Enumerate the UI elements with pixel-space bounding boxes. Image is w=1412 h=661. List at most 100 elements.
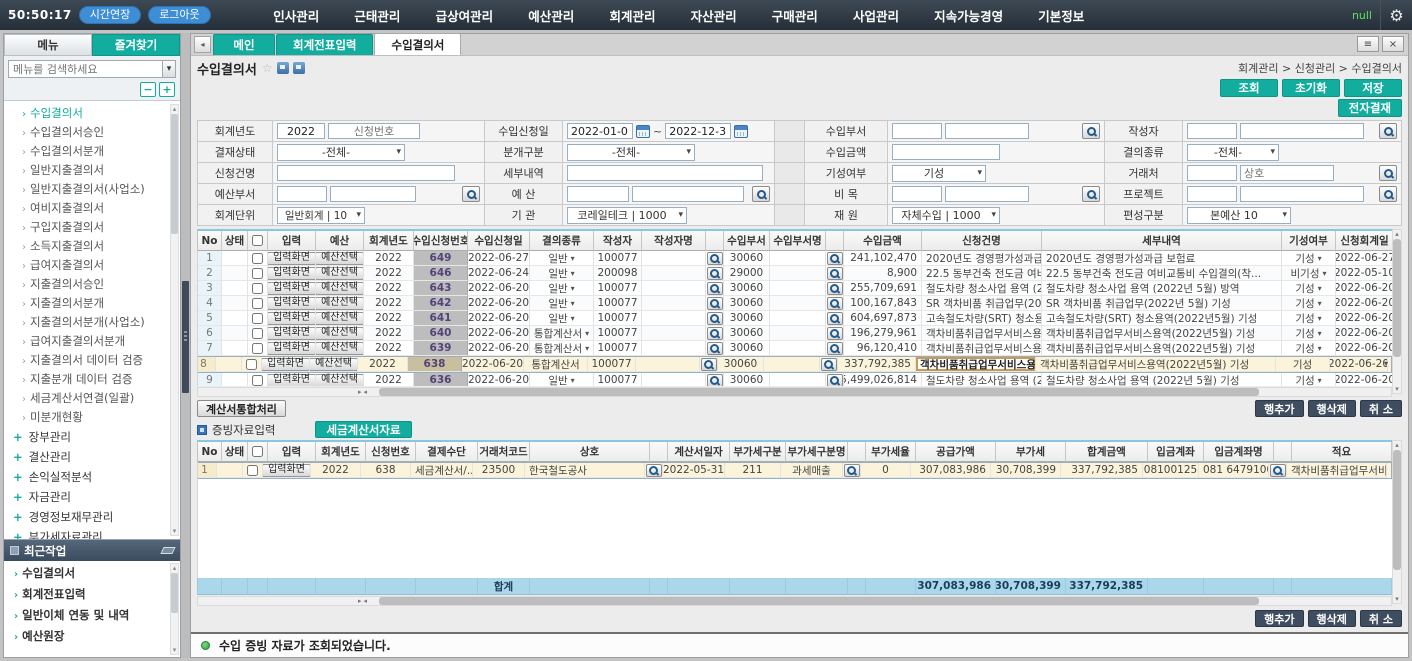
row-checkbox[interactable] [247, 465, 258, 476]
sidebar-item[interactable]: ›수입결의서승인 [4, 123, 180, 142]
application-title-input[interactable] [277, 165, 455, 181]
cell[interactable]: 2022 [364, 296, 414, 311]
tab-수입결의서[interactable]: 수입결의서 [374, 33, 461, 55]
table-row[interactable]: 5입력화면예산선택20226412022-06-20일반▾10007730060… [198, 311, 1392, 326]
search-icon[interactable] [462, 186, 480, 202]
cell[interactable]: 기성▾ [1282, 296, 1336, 311]
sidebar-item[interactable]: ›세금계산서연결(일괄) [4, 389, 180, 408]
sidebar-item[interactable]: ›지출결의서 데이터 검증 [4, 351, 180, 370]
settings-button[interactable]: ⚙ [1380, 0, 1412, 30]
table-row[interactable]: 2입력화면예산선택20226462022-06-24일반▾20009829000… [198, 266, 1392, 281]
search-icon[interactable] [827, 252, 843, 265]
cell[interactable]: 기성▾ [1282, 281, 1336, 296]
cell[interactable] [826, 266, 844, 281]
cell[interactable]: 639 [414, 341, 468, 356]
expense-item-code-input[interactable] [892, 186, 942, 202]
cell-button[interactable]: 예산선택 [316, 312, 364, 325]
sidebar-item[interactable]: ›지출결의서분개(사업소) [4, 313, 180, 332]
cell[interactable]: 일반▾ [530, 296, 594, 311]
cell[interactable] [642, 311, 706, 326]
cell[interactable]: 2 [198, 266, 222, 281]
cell[interactable]: 100,167,843 [844, 296, 922, 311]
tab-scroll-left-button[interactable]: ◂ [194, 36, 211, 53]
cell[interactable]: 2022-06-20 [1330, 357, 1388, 372]
cell[interactable]: 100077 [594, 296, 642, 311]
writer-code-input[interactable] [1187, 123, 1237, 139]
topbar-menu-item[interactable]: 자산관리 [691, 6, 737, 25]
tree-scrollbar[interactable]: ▴▾ [170, 104, 179, 536]
cell[interactable]: 2022-06-20 [1336, 341, 1392, 356]
cell[interactable] [770, 281, 826, 296]
cell[interactable]: 예산선택 [310, 357, 358, 372]
cell[interactable]: 예산선택 [316, 311, 364, 326]
income-dept-code-input[interactable] [892, 123, 942, 139]
budget-name-input[interactable] [632, 186, 744, 202]
cell[interactable] [826, 326, 844, 341]
cell[interactable] [248, 296, 268, 311]
cell[interactable]: 9 [198, 373, 222, 386]
row-checkbox[interactable] [252, 313, 263, 324]
cell[interactable]: 100077 [594, 373, 642, 386]
cell[interactable]: 2022-06-20 [1336, 281, 1392, 296]
cell[interactable]: 2022-06-20 [462, 357, 524, 372]
cell[interactable]: 8,900 [844, 266, 922, 281]
cell[interactable]: 입력화면 [268, 341, 316, 356]
cell[interactable] [770, 266, 826, 281]
budget-plan-select[interactable]: 본예산 10▾ [1187, 207, 1291, 224]
cell[interactable]: 5 [198, 311, 222, 326]
search-dropdown-button[interactable]: ▾ [163, 60, 176, 78]
vendor-name-input[interactable] [1240, 165, 1334, 181]
cell[interactable] [222, 311, 248, 326]
cell[interactable] [642, 296, 706, 311]
recent-scrollbar[interactable]: ▴▾ [170, 563, 179, 655]
cell[interactable]: 100077 [588, 357, 636, 372]
search-icon[interactable] [1082, 186, 1100, 202]
row-checkbox[interactable] [252, 343, 263, 354]
date-to-input[interactable] [665, 123, 731, 139]
sidebar-item[interactable]: ›수입결의서 [4, 104, 180, 123]
tab-list-button[interactable]: ≡ [1357, 36, 1379, 52]
cell[interactable]: 객차비품취급업무서비스용... [922, 326, 1042, 341]
search-icon[interactable] [827, 297, 843, 310]
date-from-input[interactable] [567, 123, 633, 139]
table-row[interactable]: 7입력화면예산선택20226392022-06-20통합계산서▾10007730… [198, 341, 1392, 356]
search-icon[interactable] [827, 267, 843, 280]
cell[interactable]: 예산선택 [316, 373, 364, 386]
accounting-unit-select[interactable]: 일반회계 | 10▾ [277, 207, 365, 224]
table-row[interactable]: 6입력화면예산선택20226402022-06-20통합계산서▾10007730… [198, 326, 1392, 341]
cell[interactable] [642, 281, 706, 296]
search-icon[interactable] [707, 252, 723, 265]
recent-work-item[interactable]: ›회계전표입력 [4, 584, 180, 605]
cell[interactable]: 2022-06-20 [468, 281, 530, 296]
cell[interactable] [222, 266, 248, 281]
cell[interactable]: 081 647910015... [1199, 463, 1269, 478]
topbar-menu-item[interactable]: 급상여관리 [436, 6, 494, 25]
cell[interactable]: 2020년도 경영평가성과급 ... [922, 251, 1042, 266]
expense-item-name-input[interactable] [945, 186, 1029, 202]
cell[interactable]: 2022-06-20 [1336, 311, 1392, 326]
cell[interactable] [826, 251, 844, 266]
cell[interactable] [826, 311, 844, 326]
cell[interactable] [843, 463, 861, 478]
cell[interactable] [642, 341, 706, 356]
cell[interactable]: 196,279,961 [844, 326, 922, 341]
cell[interactable]: 29000 [724, 266, 770, 281]
eraser-icon[interactable] [160, 547, 175, 554]
progress-status-select[interactable]: 기성▾ [892, 165, 986, 182]
cell[interactable] [242, 357, 262, 372]
cell[interactable] [770, 373, 826, 386]
row-checkbox[interactable] [252, 253, 263, 264]
topbar-menu-item[interactable]: 기본정보 [1038, 6, 1084, 25]
extend-time-button[interactable]: 시간연장 [79, 6, 141, 24]
cell[interactable]: 211 [725, 463, 781, 478]
select-all-checkbox[interactable] [252, 446, 263, 457]
sidebar-item[interactable]: ›소득지출결의서 [4, 237, 180, 256]
cell[interactable]: 307,083,986 [911, 463, 991, 478]
cell[interactable]: 예산선택 [316, 341, 364, 356]
cell-button[interactable]: 입력화면 [268, 252, 316, 265]
invoice-merge-button[interactable]: 계산서통합처리 [197, 400, 286, 417]
cell[interactable]: 한국철도공사 [525, 463, 645, 478]
cell[interactable]: 23500 [473, 463, 525, 478]
cell[interactable] [706, 326, 724, 341]
row-checkbox[interactable] [252, 298, 263, 309]
